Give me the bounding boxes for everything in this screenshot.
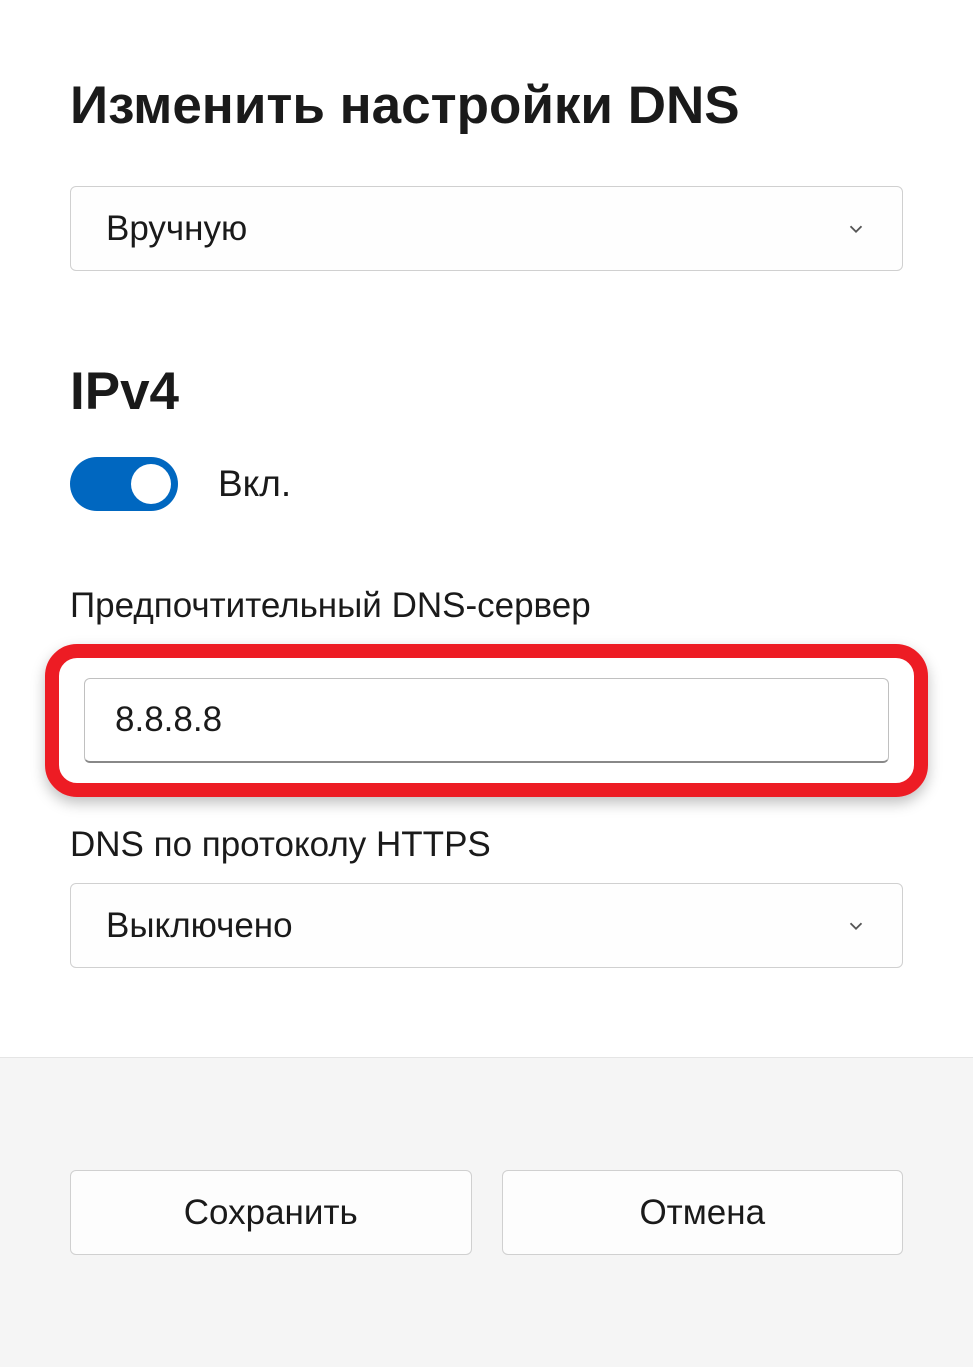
dialog-footer: Сохранить Отмена xyxy=(0,1057,973,1367)
dialog-title: Изменить настройки DNS xyxy=(70,75,903,136)
preferred-dns-input[interactable] xyxy=(84,678,889,763)
cancel-button[interactable]: Отмена xyxy=(502,1170,904,1255)
dns-https-selected: Выключено xyxy=(106,906,293,946)
dns-mode-selected: Вручную xyxy=(106,209,247,249)
dns-mode-dropdown[interactable]: Вручную xyxy=(70,186,903,271)
dns-https-dropdown[interactable]: Выключено xyxy=(70,883,903,968)
chevron-down-icon xyxy=(845,218,867,240)
toggle-knob xyxy=(131,464,171,504)
chevron-down-icon xyxy=(845,915,867,937)
dns-https-label: DNS по протоколу HTTPS xyxy=(70,825,903,865)
ipv4-toggle-label: Вкл. xyxy=(218,463,291,505)
save-button[interactable]: Сохранить xyxy=(70,1170,472,1255)
ipv4-heading: IPv4 xyxy=(70,361,903,422)
highlighted-region xyxy=(45,644,928,797)
preferred-dns-label: Предпочтительный DNS-сервер xyxy=(70,586,903,626)
ipv4-toggle[interactable] xyxy=(70,457,178,511)
